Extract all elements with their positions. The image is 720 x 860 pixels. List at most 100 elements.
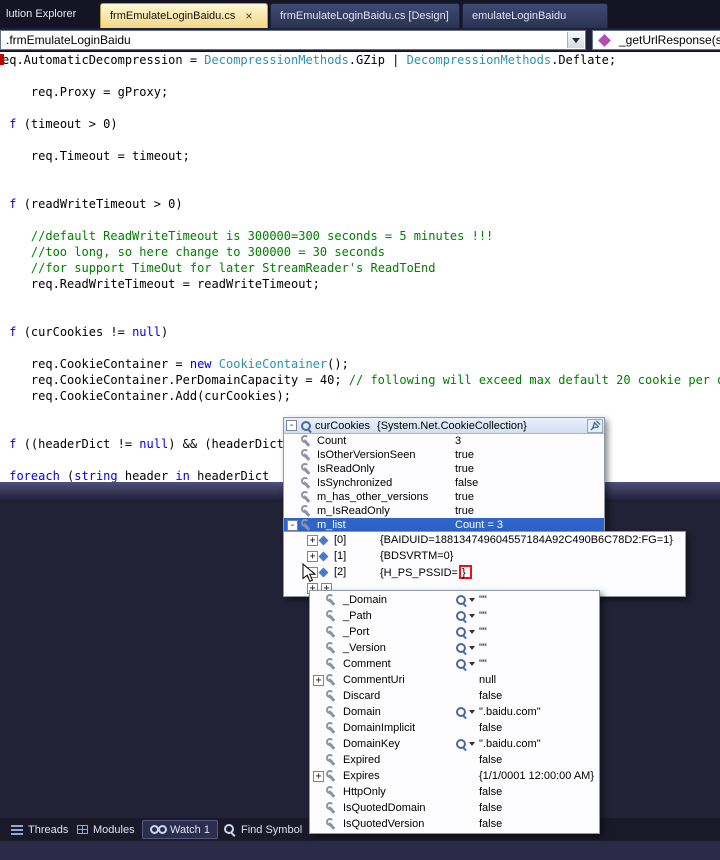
pin-icon[interactable] <box>587 418 603 433</box>
magnifier-icon[interactable] <box>300 420 312 432</box>
datatip-row[interactable]: m_has_other_versions true <box>284 490 604 504</box>
breakpoint-glyph-partial <box>0 54 4 65</box>
chevron-down-icon[interactable] <box>469 710 475 714</box>
datatip-row[interactable]: IsSynchronized false <box>284 476 604 490</box>
solution-explorer-tab[interactable]: lution Explorer <box>6 8 76 20</box>
members-dropdown[interactable]: _getUrlResponse(strin <box>592 30 720 50</box>
property-name: Count <box>317 435 347 447</box>
magnifier-icon[interactable] <box>455 594 467 606</box>
list-item-row[interactable]: + [1] {BDSVRTM=0} <box>284 548 685 564</box>
member-value: "" <box>479 610 487 622</box>
string-visualizer[interactable] <box>455 706 479 718</box>
bottom-tab-threads[interactable]: Threads <box>4 820 75 839</box>
member-row[interactable]: _Path "" <box>310 608 599 624</box>
string-visualizer[interactable] <box>455 642 479 654</box>
member-row[interactable]: _Domain "" <box>310 592 599 608</box>
string-visualizer[interactable] <box>455 594 479 606</box>
magnifier-icon[interactable] <box>455 610 467 622</box>
member-row[interactable]: HttpOnly false <box>310 784 599 800</box>
expander-icon[interactable]: - <box>287 519 298 531</box>
expander-icon[interactable]: + <box>313 770 324 782</box>
property-value: true <box>455 505 474 517</box>
member-name: IsQuotedVersion <box>343 818 425 830</box>
find-symbol-icon <box>223 823 236 836</box>
member-row[interactable]: _Version "" <box>310 640 599 656</box>
property-icon <box>325 642 337 654</box>
string-visualizer[interactable] <box>455 610 479 622</box>
member-row[interactable]: DomainKey ".baidu.com" <box>310 736 599 752</box>
member-value: false <box>479 690 503 702</box>
dropdown-arrow-icon[interactable] <box>567 32 584 48</box>
doc-tab[interactable]: emulateLoginBaidu <box>462 3 608 28</box>
member-row[interactable]: Discard false <box>310 688 599 704</box>
magnifier-icon[interactable] <box>455 626 467 638</box>
string-visualizer[interactable] <box>455 658 479 670</box>
magnifier-icon[interactable] <box>455 642 467 654</box>
member-row[interactable]: + Expires {1/1/0001 12:00:00 AM} <box>310 768 599 784</box>
member-row[interactable]: IsQuotedDomain false <box>310 800 599 816</box>
member-row[interactable]: + CommentUri null <box>310 672 599 688</box>
property-icon <box>325 786 337 798</box>
chevron-down-icon[interactable] <box>469 614 475 618</box>
member-value: "" <box>479 626 487 638</box>
expander-icon[interactable]: + <box>307 534 318 546</box>
member-value: ".baidu.com" <box>479 738 541 750</box>
datatip-row[interactable]: Count 3 <box>284 434 604 448</box>
document-tab-bar: lution Explorer frmEmulateLoginBaidu.cs ×… <box>0 0 720 28</box>
item-index: [1] <box>334 550 347 562</box>
string-visualizer[interactable] <box>455 626 479 638</box>
member-name: HttpOnly <box>343 786 386 798</box>
member-row[interactable]: DomainImplicit false <box>310 720 599 736</box>
chevron-down-icon[interactable] <box>469 630 475 634</box>
list-item-row[interactable]: + [0] {BAIDUID=188134749604557184A92C490B6… <box>284 532 685 548</box>
magnifier-icon[interactable] <box>455 738 467 750</box>
expander-icon[interactable]: - <box>286 420 297 431</box>
code-line: eq.AutomaticDecompression = Decompressio… <box>2 53 617 67</box>
chevron-down-icon[interactable] <box>469 598 475 602</box>
magnifier-icon[interactable] <box>455 706 467 718</box>
datatip-header[interactable]: - curCookies {System.Net.CookieCollectio… <box>284 418 604 434</box>
member-row[interactable]: IsQuotedVersion false <box>310 816 599 832</box>
types-dropdown[interactable]: .frmEmulateLoginBaidu <box>0 30 586 50</box>
member-row[interactable]: Domain ".baidu.com" <box>310 704 599 720</box>
bottom-tab-watch-1[interactable]: Watch 1 <box>142 820 218 839</box>
bottom-tab-find-symbol[interactable]: Find Symbol <box>216 820 309 839</box>
item-value: {H_PS_PSSID=} <box>380 565 685 579</box>
doc-tab[interactable]: frmEmulateLoginBaidu.cs [Design] <box>270 3 460 28</box>
member-row[interactable]: Expired false <box>310 752 599 768</box>
field-icon <box>318 551 329 561</box>
highlight-annotation: } <box>458 565 472 579</box>
code-line: req.ReadWriteTimeout = readWriteTimeout; <box>2 277 320 291</box>
string-visualizer[interactable] <box>455 738 479 750</box>
datatip-row[interactable]: IsReadOnly true <box>284 462 604 476</box>
property-name: IsOtherVersionSeen <box>317 449 416 461</box>
member-row[interactable]: _Port "" <box>310 624 599 640</box>
doc-tab[interactable]: frmEmulateLoginBaidu.cs × <box>100 3 268 28</box>
datatip-row[interactable]: m_IsReadOnly true <box>284 504 604 518</box>
list-item-row[interactable]: -[2]{H_PS_PSSID=} <box>284 564 685 580</box>
field-icon <box>318 535 329 545</box>
chevron-down-icon[interactable] <box>469 646 475 650</box>
expander-icon[interactable]: + <box>307 550 318 562</box>
chevron-down-icon[interactable] <box>469 662 475 666</box>
bottom-tab-modules[interactable]: Modules <box>70 820 142 839</box>
member-value: "" <box>479 642 487 654</box>
property-value: true <box>455 449 474 461</box>
member-row[interactable]: Comment "" <box>310 656 599 672</box>
chevron-down-icon[interactable] <box>469 742 475 746</box>
property-name: IsSynchronized <box>317 477 393 489</box>
datatip-row[interactable]: - m_list Count = 3 <box>284 518 604 532</box>
close-icon[interactable]: × <box>245 10 252 22</box>
member-value: false <box>479 754 503 766</box>
expander-icon[interactable]: + <box>313 674 324 686</box>
magnifier-icon[interactable] <box>455 658 467 670</box>
doc-tab-label: frmEmulateLoginBaidu.cs <box>110 10 236 22</box>
datatip-row[interactable]: IsOtherVersionSeen true <box>284 448 604 462</box>
